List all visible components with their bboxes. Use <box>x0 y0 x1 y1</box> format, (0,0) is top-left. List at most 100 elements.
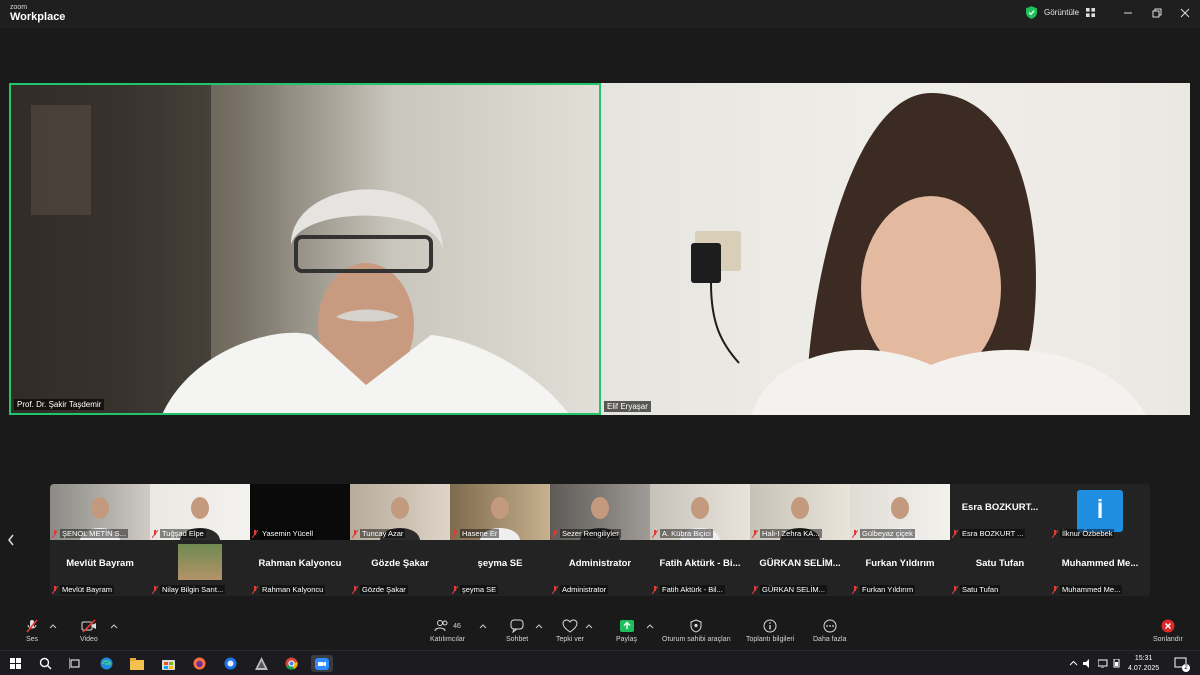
mic-muted-icon <box>52 529 58 538</box>
gallery-tile[interactable]: Nilay Bilgin Sarıt... <box>150 540 250 596</box>
video-options-chevron-icon[interactable] <box>110 623 118 631</box>
mic-muted-icon <box>852 585 858 594</box>
grid-view-icon <box>1086 8 1096 17</box>
mic-muted-icon <box>52 585 58 594</box>
end-meeting-button[interactable]: Sonlandır <box>1153 619 1183 643</box>
taskbar-search-button[interactable] <box>36 655 54 672</box>
gallery-tile[interactable]: Administrator Administrator <box>550 540 650 596</box>
video-tile-participant[interactable]: Elif Eryaşar <box>601 83 1190 415</box>
participant-name-label: Mevlüt Bayram <box>60 585 115 594</box>
zoom-taskbar-icon[interactable] <box>311 655 333 672</box>
security-shield-icon <box>1026 6 1037 19</box>
gallery-tile[interactable]: Tuğşad Elpe <box>150 484 250 540</box>
edge-taskbar-icon[interactable] <box>97 655 115 672</box>
mic-muted-icon <box>752 585 758 594</box>
mic-muted-icon <box>652 529 658 538</box>
start-button[interactable] <box>6 655 24 672</box>
mic-muted-icon <box>1052 585 1058 594</box>
participant-video-image <box>691 93 1146 415</box>
participant-name-label: Tuncay Azar <box>360 529 406 538</box>
audio-options-chevron-icon[interactable] <box>49 623 57 631</box>
participant-name-label: Nilay Bilgin Sarıt... <box>160 585 226 594</box>
minimize-button[interactable] <box>1118 4 1138 22</box>
end-label: Sonlandır <box>1153 636 1183 643</box>
gallery-tile[interactable]: Sezer Rengiliyler <box>550 484 650 540</box>
mic-muted-icon <box>352 529 358 538</box>
participants-options-chevron-icon[interactable] <box>479 623 487 631</box>
zoom-app-icon <box>315 657 329 670</box>
share-options-chevron-icon[interactable] <box>646 623 654 631</box>
mic-muted-icon <box>652 585 658 594</box>
video-button[interactable]: Video <box>80 619 98 643</box>
share-label: Paylaş <box>616 636 638 643</box>
firefox-taskbar-icon[interactable] <box>190 655 208 672</box>
gallery-tile[interactable]: Hasene Er <box>450 484 550 540</box>
participant-display-name: Satu Tufan <box>975 558 1025 569</box>
close-icon <box>1180 8 1190 18</box>
gallery-tile[interactable]: ŞENOL METİN S... <box>50 484 150 540</box>
gallery-tile[interactable]: Esra BOZKURT... Esra BOZKURT ... <box>950 484 1050 540</box>
participant-name-tag: Hasene Er <box>452 529 548 538</box>
gallery-tile[interactable]: GÜRKAN SELİM... GÜRKAN SELİM... <box>750 540 850 596</box>
react-button[interactable]: Tepki ver <box>556 619 584 643</box>
mic-muted-icon <box>452 585 458 594</box>
gallery-tile[interactable]: Yasemin Yücell <box>250 484 350 540</box>
system-tray-chevron-icon[interactable] <box>1069 660 1078 667</box>
gallery-prev-button[interactable] <box>4 530 18 550</box>
gallery-tile[interactable]: Rahman Kalyoncu Rahman Kalyoncu <box>250 540 350 596</box>
audio-button[interactable]: Ses <box>24 619 40 643</box>
brand-small: zoom <box>10 4 28 11</box>
gallery-tile[interactable]: İ İlknur Özbebek <box>1050 484 1150 540</box>
gallery-tile[interactable]: Mevlüt Bayram Mevlüt Bayram <box>50 540 150 596</box>
chat-button[interactable]: Sohbet <box>506 619 528 643</box>
windows-taskbar: 15:31 4.07.2025 2 <box>0 650 1200 675</box>
restore-button[interactable] <box>1147 4 1167 22</box>
meeting-info-button[interactable]: Toplantı bilgileri <box>746 619 794 643</box>
taskbar-clock[interactable]: 15:31 4.07.2025 <box>1128 654 1159 674</box>
app-taskbar-icon[interactable] <box>252 655 270 672</box>
share-screen-button[interactable]: Paylaş <box>616 619 637 643</box>
task-view-button[interactable] <box>66 655 84 672</box>
participants-button[interactable]: 46 Katılımcılar <box>430 619 465 643</box>
participants-count: 46 <box>453 622 461 630</box>
store-icon <box>161 660 175 670</box>
video-tile-active-speaker[interactable]: Prof. Dr. Şakir Taşdemir <box>9 83 601 415</box>
store-taskbar-icon[interactable] <box>159 655 177 672</box>
participants-label: Katılımcılar <box>430 636 466 643</box>
react-label: Tepki ver <box>556 636 585 643</box>
participant-name-tag: Gülbeyaz çiçek <box>852 529 948 538</box>
gallery-tile[interactable]: Tuncay Azar <box>350 484 450 540</box>
mic-muted-icon <box>952 529 958 538</box>
close-window-button[interactable] <box>1175 4 1195 22</box>
host-tools-button[interactable]: Oturum sahibi araçları <box>662 619 731 643</box>
participant-name-tag: A. Kübra Biçici <box>652 529 748 538</box>
shield-icon <box>690 619 702 633</box>
audio-label: Ses <box>25 636 39 643</box>
gallery-tile[interactable]: şeyma SE şeyma SE <box>450 540 550 596</box>
participant-name-label: Fatih Aktürk - Bil... <box>660 585 725 594</box>
speaker-icon[interactable] <box>1083 659 1093 668</box>
gallery-tile[interactable]: Furkan Yıldırım Furkan Yıldırım <box>850 540 950 596</box>
gallery-tile[interactable]: Muhammed Me... Muhammed Me... <box>1050 540 1150 596</box>
notifications-button[interactable]: 2 <box>1174 656 1190 672</box>
gallery-tile[interactable]: Satu Tufan Satu Tufan <box>950 540 1050 596</box>
mic-muted-icon <box>1052 529 1058 538</box>
thunderbird-taskbar-icon[interactable] <box>221 655 239 672</box>
mic-muted-icon <box>26 619 38 633</box>
network-icon[interactable] <box>1098 659 1108 668</box>
battery-icon[interactable] <box>1113 659 1123 668</box>
more-button[interactable]: Daha fazla <box>813 619 846 643</box>
chrome-taskbar-icon[interactable] <box>282 655 300 672</box>
gallery-tile[interactable]: A. Kübra Biçici <box>650 484 750 540</box>
file-explorer-taskbar-icon[interactable] <box>128 655 146 672</box>
gallery-tile[interactable]: Hali-I Zehra KA... <box>750 484 850 540</box>
chat-options-chevron-icon[interactable] <box>535 623 543 631</box>
gallery-tile[interactable]: Gülbeyaz çiçek <box>850 484 950 540</box>
participant-name-tag: Satu Tufan <box>952 585 1048 594</box>
react-options-chevron-icon[interactable] <box>585 623 593 631</box>
gallery-tile[interactable]: Fatih Aktürk - Bi... Fatih Aktürk - Bil..… <box>650 540 750 596</box>
participant-display-name: Gözde Şakar <box>371 558 429 569</box>
view-button[interactable]: Görüntüle <box>1026 6 1096 19</box>
participant-name-tag: Administrator <box>552 585 648 594</box>
gallery-tile[interactable]: Gözde Şakar Gözde Şakar <box>350 540 450 596</box>
